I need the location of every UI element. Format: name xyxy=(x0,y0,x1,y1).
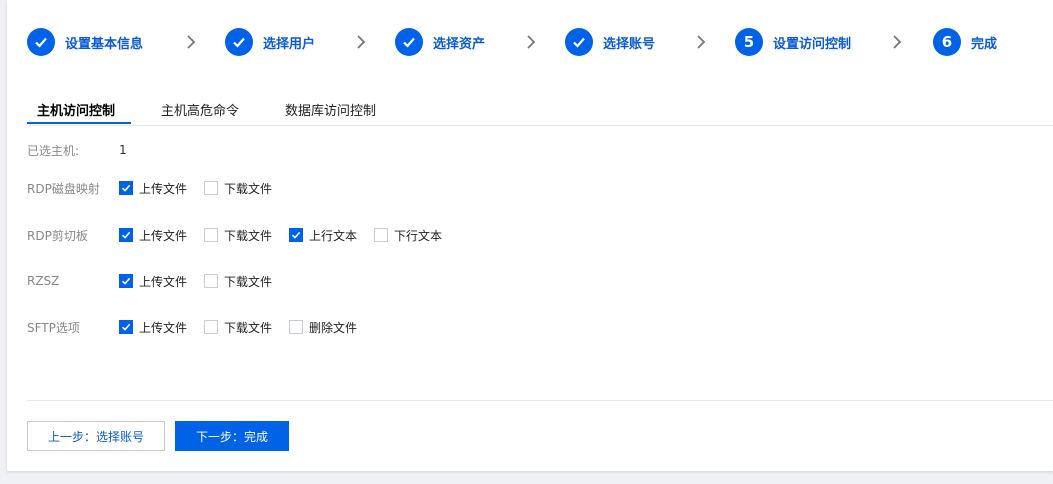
chevron-right-icon xyxy=(355,33,367,51)
rdp-disk-label: RDP磁盘映射 xyxy=(27,181,100,196)
checkbox-unchecked-icon xyxy=(204,181,219,195)
step-basic-info[interactable]: 设置基本信息 xyxy=(27,26,143,58)
checkbox-label: 上行文本 xyxy=(309,228,358,243)
tab-host-access-control[interactable]: 主机访问控制 xyxy=(37,100,115,124)
step-number: 6 xyxy=(933,28,961,56)
chevron-right-icon xyxy=(891,33,903,51)
selected-hosts-row: 已选主机: 1 xyxy=(27,140,127,160)
step-select-asset[interactable]: 选择资产 xyxy=(395,26,485,58)
step-label: 完成 xyxy=(971,36,998,52)
step-label: 设置基本信息 xyxy=(65,36,144,52)
checkbox-label: 下载文件 xyxy=(224,274,273,289)
check-icon xyxy=(565,28,593,56)
step-select-account[interactable]: 选择账号 xyxy=(565,26,655,58)
rdp-disk-row: RDP磁盘映射 上传文件 下载文件 xyxy=(27,178,289,198)
sftp-row: SFTP选项 上传文件 下载文件 删除文件 xyxy=(27,317,374,337)
step-number: 5 xyxy=(735,28,763,56)
checkbox-unchecked-icon xyxy=(204,274,219,288)
checkbox-label: 下行文本 xyxy=(394,228,443,243)
sftp-label: SFTP选项 xyxy=(27,320,80,335)
checkbox-label: 删除文件 xyxy=(309,320,358,335)
checkbox-checked-icon xyxy=(119,181,133,195)
rdp-clipboard-upstream-text-checkbox[interactable]: 上行文本 xyxy=(289,227,357,244)
sftp-delete-checkbox[interactable]: 删除文件 xyxy=(289,319,357,336)
selected-hosts-value: 1 xyxy=(119,143,127,157)
checkbox-label: 上传文件 xyxy=(139,181,188,196)
checkbox-checked-icon xyxy=(119,274,133,288)
next-step-button[interactable]: 下一步：完成 xyxy=(175,421,289,451)
checkbox-unchecked-icon xyxy=(374,228,389,242)
tab-bar: 主机访问控制 主机高危命令 数据库访问控制 xyxy=(27,100,1053,126)
rzsz-upload-checkbox[interactable]: 上传文件 xyxy=(119,273,187,290)
checkbox-unchecked-icon xyxy=(204,228,219,242)
chevron-right-icon xyxy=(185,33,197,51)
step-access-control[interactable]: 5 设置访问控制 xyxy=(735,26,851,58)
check-icon xyxy=(27,28,55,56)
step-finish[interactable]: 6 完成 xyxy=(933,26,997,58)
active-tab-indicator xyxy=(27,122,131,124)
sftp-download-checkbox[interactable]: 下载文件 xyxy=(204,319,272,336)
step-label: 设置访问控制 xyxy=(773,36,852,52)
checkbox-unchecked-icon xyxy=(289,320,304,334)
tab-database-access-control[interactable]: 数据库访问控制 xyxy=(285,100,376,124)
step-label: 选择用户 xyxy=(263,36,316,52)
rdp-disk-download-checkbox[interactable]: 下载文件 xyxy=(204,180,272,197)
check-icon xyxy=(225,28,253,56)
checkbox-label: 上传文件 xyxy=(139,320,188,335)
wizard-steps: 设置基本信息 选择用户 选择资产 选择账号 5 设置访问控制 6 完成 xyxy=(27,26,1047,58)
checkbox-label: 上传文件 xyxy=(139,228,188,243)
checkbox-label: 上传文件 xyxy=(139,274,188,289)
checkbox-label: 下载文件 xyxy=(224,181,273,196)
step-label: 选择账号 xyxy=(603,36,656,52)
prev-step-button[interactable]: 上一步：选择账号 xyxy=(27,421,165,451)
rdp-disk-upload-checkbox[interactable]: 上传文件 xyxy=(119,180,187,197)
checkbox-label: 下载文件 xyxy=(224,228,273,243)
rdp-clipboard-label: RDP剪切板 xyxy=(27,228,88,243)
access-control-card: 设置基本信息 选择用户 选择资产 选择账号 5 设置访问控制 6 完成 主机访问… xyxy=(7,0,1053,471)
chevron-right-icon xyxy=(695,33,707,51)
step-label: 选择资产 xyxy=(433,36,486,52)
rdp-clipboard-upload-checkbox[interactable]: 上传文件 xyxy=(119,227,187,244)
footer-divider xyxy=(27,400,1053,401)
rdp-clipboard-row: RDP剪切板 上传文件 下载文件 上行文本 下行文本 xyxy=(27,225,459,245)
step-select-user[interactable]: 选择用户 xyxy=(225,26,315,58)
checkbox-unchecked-icon xyxy=(204,320,219,334)
rdp-clipboard-downstream-text-checkbox[interactable]: 下行文本 xyxy=(374,227,442,244)
tab-host-dangerous-commands[interactable]: 主机高危命令 xyxy=(161,100,239,124)
chevron-right-icon xyxy=(525,33,537,51)
checkbox-label: 下载文件 xyxy=(224,320,273,335)
checkbox-checked-icon xyxy=(119,228,133,242)
rdp-clipboard-download-checkbox[interactable]: 下载文件 xyxy=(204,227,272,244)
rzsz-label: RZSZ xyxy=(27,274,60,288)
checkbox-checked-icon xyxy=(289,228,304,242)
checkbox-checked-icon xyxy=(119,320,133,334)
selected-hosts-label: 已选主机: xyxy=(27,143,80,158)
sftp-upload-checkbox[interactable]: 上传文件 xyxy=(119,319,187,336)
rzsz-download-checkbox[interactable]: 下载文件 xyxy=(204,273,272,290)
check-icon xyxy=(395,28,423,56)
rzsz-row: RZSZ 上传文件 下载文件 xyxy=(27,271,289,291)
